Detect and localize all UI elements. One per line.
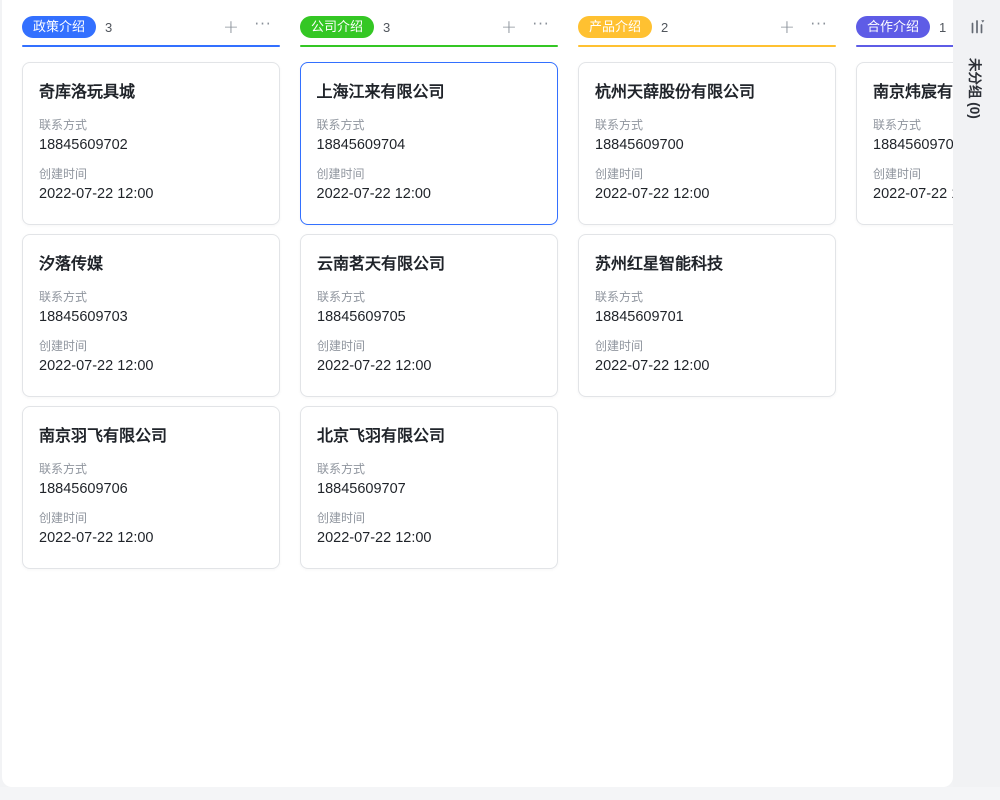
add-record-button[interactable]: + (498, 16, 520, 38)
field-value-contact: 18845609702 (39, 137, 263, 153)
field-label-created: 创建时间 (317, 165, 542, 182)
group-count: 1 (939, 20, 946, 35)
field-label-created: 创建时间 (39, 337, 263, 354)
field-value-created: 2022-07-22 12:00 (317, 186, 542, 202)
column-header: 合作介绍1+··· (856, 14, 953, 40)
record-card[interactable]: 苏州红星智能科技联系方式 18845609701 创建时间 2022-07-22 12… (578, 234, 836, 397)
field-label-contact: 联系方式 (317, 116, 542, 133)
field-label-contact: 联系方式 (39, 116, 263, 133)
card-title: 杭州天薛股份有限公司 (595, 78, 819, 102)
card-title: 奇库洛玩具城 (39, 78, 263, 102)
field-label-created: 创建时间 (595, 165, 819, 182)
field-label-contact: 联系方式 (595, 288, 819, 305)
field-value-created: 2022-07-22 12:00 (317, 358, 541, 374)
field-value-contact: 18845609705 (317, 309, 541, 325)
column-accent-line (300, 45, 558, 47)
column-header-actions: + ··· (220, 16, 274, 38)
add-record-button[interactable]: + (220, 16, 242, 38)
field-label-contact: 联系方式 (317, 460, 541, 477)
collapsed-group-strip[interactable]: 未分组 (0) (953, 0, 1000, 787)
column-accent-line (22, 45, 280, 47)
field-value-created: 2022-07-22 12:00 (39, 186, 263, 202)
horizontal-scrollbar-track[interactable] (0, 787, 1000, 800)
field-value-created: 2022-07-22 12:00 (39, 358, 263, 374)
field-label-contact: 联系方式 (39, 460, 263, 477)
field-label-created: 创建时间 (317, 509, 541, 526)
field-label-contact: 联系方式 (595, 116, 819, 133)
field-value-created: 2022-07-22 12:00 (39, 530, 263, 546)
group-badge[interactable]: 公司介绍 (300, 16, 374, 38)
group-count: 3 (105, 20, 112, 35)
column-header: 政策介绍 3 + ··· (22, 14, 280, 40)
column-header-actions: + ··· (776, 16, 830, 38)
card-title: 北京飞羽有限公司 (317, 422, 541, 446)
field-label-created: 创建时间 (39, 165, 263, 182)
record-card[interactable]: 南京羽飞有限公司联系方式 18845609706 创建时间 2022-07-22 12… (22, 406, 280, 569)
more-options-button[interactable]: ··· (808, 16, 830, 38)
card-title: 南京羽飞有限公司 (39, 422, 263, 446)
card-title: 苏州红星智能科技 (595, 250, 819, 274)
column-accent-line (856, 45, 953, 47)
more-options-button[interactable]: ··· (530, 16, 552, 38)
field-value-contact: 18845609703 (39, 309, 263, 325)
field-value-created: 2022-07-22 12:00 (873, 186, 953, 202)
group-bars-icon (968, 18, 986, 36)
field-value-contact: 18845609701 (595, 309, 819, 325)
column-accent-line (578, 45, 836, 47)
kanban-board: 政策介绍 3 + ··· 奇库洛玩具城联系方式 18845609702 创建时间 2022-0… (22, 14, 953, 578)
column-header: 公司介绍 3 + ··· (300, 14, 558, 40)
field-label-contact: 联系方式 (39, 288, 263, 305)
field-value-created: 2022-07-22 12:00 (595, 358, 819, 374)
group-badge[interactable]: 产品介绍 (578, 16, 652, 38)
field-value-created: 2022-07-22 12:00 (317, 530, 541, 546)
card-title: 云南茗天有限公司 (317, 250, 541, 274)
field-value-contact: 18845609706 (39, 481, 263, 497)
kanban-column: 公司介绍 3 + ··· 上海江来有限公司联系方式 18845609704 创建时间 2022… (300, 14, 558, 578)
record-card[interactable]: 上海江来有限公司联系方式 18845609704 创建时间 2022-07-22 12… (300, 62, 558, 225)
card-title: 上海江来有限公司 (317, 78, 542, 102)
card-title: 汐落传媒 (39, 250, 263, 274)
field-label-created: 创建时间 (873, 165, 953, 182)
field-value-created: 2022-07-22 12:00 (595, 186, 819, 202)
field-value-contact: 18845609700 (595, 137, 819, 153)
field-label-contact: 联系方式 (317, 288, 541, 305)
more-options-button[interactable]: ··· (252, 16, 274, 38)
field-label-created: 创建时间 (39, 509, 263, 526)
field-label-contact: 联系方式 (873, 116, 953, 133)
field-value-contact: 18845609708 (873, 137, 953, 153)
field-label-created: 创建时间 (595, 337, 819, 354)
column-header-actions: + ··· (498, 16, 552, 38)
add-record-button[interactable]: + (776, 16, 798, 38)
group-count: 3 (383, 20, 390, 35)
kanban-column: 政策介绍 3 + ··· 奇库洛玩具城联系方式 18845609702 创建时间 2022-0… (22, 14, 280, 578)
record-card[interactable]: 杭州天薛股份有限公司联系方式 18845609700 创建时间 2022-07-22 … (578, 62, 836, 225)
group-badge[interactable]: 政策介绍 (22, 16, 96, 38)
group-count: 2 (661, 20, 668, 35)
kanban-panel: 政策介绍 3 + ··· 奇库洛玩具城联系方式 18845609702 创建时间 2022-0… (2, 0, 953, 787)
collapsed-group-label: 未分组 (0) (966, 58, 986, 119)
column-header: 产品介绍 2 + ··· (578, 14, 836, 40)
kanban-column: 产品介绍 2 + ··· 杭州天薛股份有限公司联系方式 18845609700 创建时间 20… (578, 14, 836, 578)
field-value-contact: 18845609704 (317, 137, 542, 153)
kanban-column: 合作介绍1+···南京炜宸有限公司联系方式18845609708创建时间2022… (856, 14, 953, 578)
record-card[interactable]: 汐落传媒联系方式 18845609703 创建时间 2022-07-22 12:00 (22, 234, 280, 397)
group-badge[interactable]: 合作介绍 (856, 16, 930, 38)
record-card[interactable]: 北京飞羽有限公司联系方式 18845609707 创建时间 2022-07-22 12… (300, 406, 558, 569)
record-card[interactable]: 云南茗天有限公司联系方式 18845609705 创建时间 2022-07-22 12… (300, 234, 558, 397)
field-label-created: 创建时间 (317, 337, 541, 354)
record-card[interactable]: 奇库洛玩具城联系方式 18845609702 创建时间 2022-07-22 12:0… (22, 62, 280, 225)
record-card[interactable]: 南京炜宸有限公司联系方式 18845609708 创建时间 2022-07-22 12… (856, 62, 953, 225)
field-value-contact: 18845609707 (317, 481, 541, 497)
card-title: 南京炜宸有限公司 (873, 78, 953, 102)
